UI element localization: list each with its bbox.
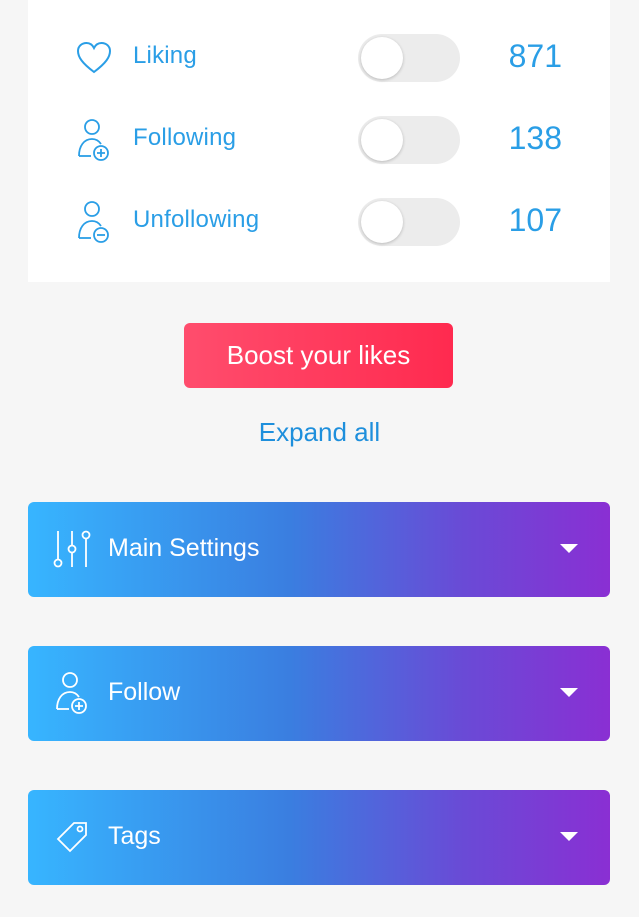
expand-all-link[interactable]: Expand all — [0, 417, 639, 448]
boost-likes-button[interactable]: Boost your likes — [184, 323, 453, 388]
stat-count-liking: 871 — [508, 38, 562, 74]
sliders-icon — [50, 524, 94, 574]
chevron-down-icon — [560, 544, 578, 553]
stats-card: Liking 871 Following 138 Unfollowing 107 — [28, 0, 610, 282]
section-title: Tags — [108, 822, 161, 850]
user-plus-icon — [50, 668, 94, 718]
stat-row-unfollowing: Unfollowing 107 — [28, 192, 610, 252]
stat-count-following: 138 — [508, 120, 562, 156]
user-minus-icon — [74, 192, 114, 252]
following-toggle[interactable] — [358, 116, 460, 164]
chevron-down-icon — [560, 832, 578, 841]
stat-label-unfollowing: Unfollowing — [133, 206, 260, 233]
section-follow[interactable]: Follow — [28, 646, 610, 741]
toggle-knob — [361, 201, 403, 243]
liking-toggle[interactable] — [358, 34, 460, 82]
section-title: Follow — [108, 678, 181, 706]
stat-label-liking: Liking — [133, 42, 197, 69]
chevron-down-icon — [560, 688, 578, 697]
stat-label-following: Following — [133, 124, 237, 151]
toggle-knob — [361, 37, 403, 79]
stat-row-liking: Liking 871 — [28, 28, 610, 88]
stat-count-unfollowing: 107 — [508, 202, 562, 238]
toggle-knob — [361, 119, 403, 161]
unfollowing-toggle[interactable] — [358, 198, 460, 246]
heart-icon — [74, 28, 114, 88]
stat-row-following: Following 138 — [28, 110, 610, 170]
section-title: Main Settings — [108, 534, 260, 562]
section-main-settings[interactable]: Main Settings — [28, 502, 610, 597]
tag-icon — [50, 812, 94, 862]
section-tags[interactable]: Tags — [28, 790, 610, 885]
user-plus-icon — [74, 110, 114, 170]
